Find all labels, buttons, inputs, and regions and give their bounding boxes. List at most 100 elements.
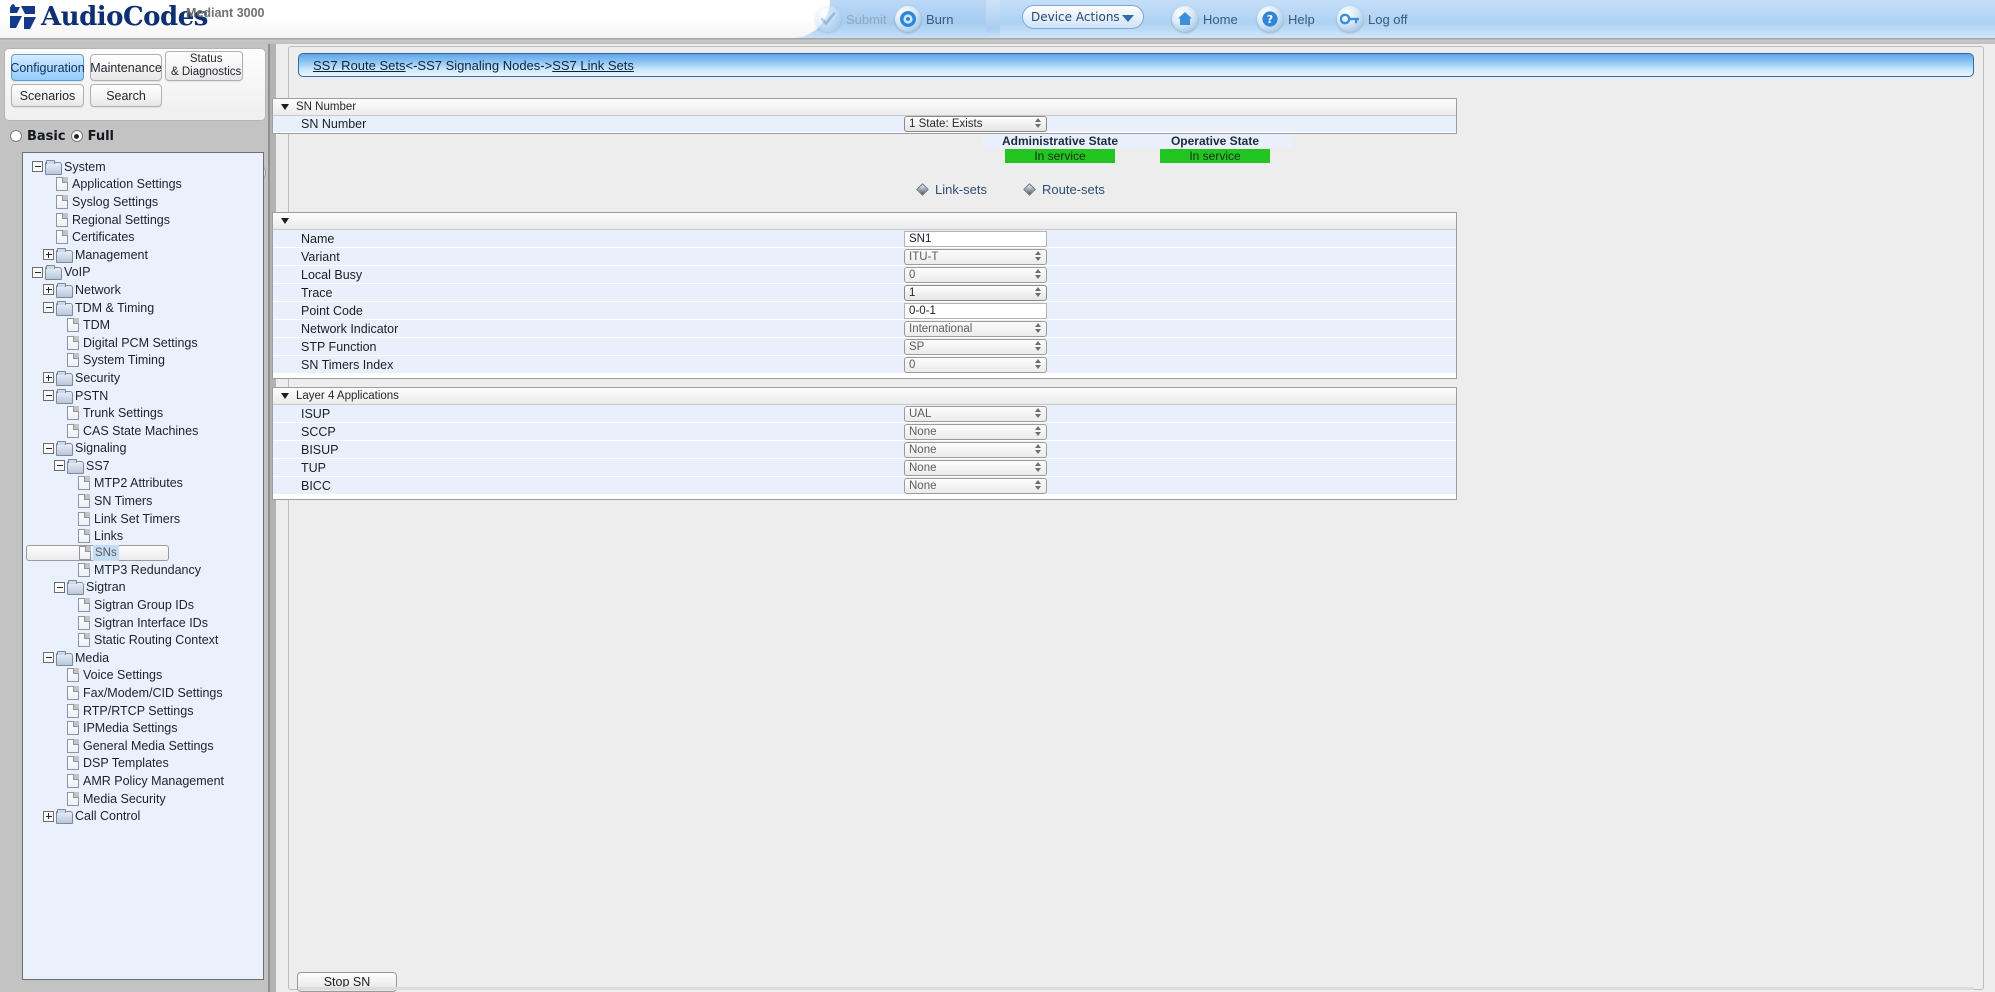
chevron-down-icon bbox=[1122, 15, 1134, 22]
collapse-icon[interactable] bbox=[43, 390, 54, 402]
folder-icon bbox=[56, 247, 73, 263]
triangle-down-icon[interactable] bbox=[281, 393, 289, 399]
layer4-control-tup: None bbox=[904, 459, 1047, 476]
tree-item-voip[interactable]: VoIP bbox=[26, 264, 263, 282]
tree-item-link-set-timers[interactable]: Link Set Timers bbox=[26, 510, 263, 528]
tree-item-label: VoIP bbox=[64, 265, 91, 280]
layer4-label-sccp: SCCP bbox=[301, 424, 336, 439]
tree-item-ipmedia-settings[interactable]: IPMedia Settings bbox=[26, 719, 263, 737]
tree-item-management[interactable]: Management bbox=[26, 246, 263, 264]
tree-item-static-routing-context[interactable]: Static Routing Context bbox=[26, 631, 263, 649]
tab-status-diagnostics[interactable]: Status & Diagnostics bbox=[165, 51, 243, 81]
home-label: Home bbox=[1203, 11, 1238, 27]
breadcrumb-prev-link[interactable]: SS7 Route Sets bbox=[313, 58, 406, 73]
tree-item-mtp3-redundancy[interactable]: MTP3 Redundancy bbox=[26, 561, 263, 579]
radio-basic[interactable] bbox=[10, 130, 22, 142]
collapse-icon[interactable] bbox=[43, 652, 54, 664]
tree-item-syslog-settings[interactable]: Syslog Settings bbox=[26, 193, 263, 211]
tree-item-signaling[interactable]: Signaling bbox=[26, 440, 263, 458]
tab-scenarios[interactable]: Scenarios bbox=[11, 84, 84, 107]
tree-item-call-control[interactable]: Call Control bbox=[26, 807, 263, 825]
submit-button[interactable]: Submit bbox=[815, 0, 886, 38]
triangle-down-icon[interactable] bbox=[281, 104, 289, 110]
tree-item-tdm[interactable]: TDM bbox=[26, 316, 263, 334]
tab-search[interactable]: Search bbox=[90, 84, 162, 107]
burn-button[interactable]: Burn bbox=[895, 0, 953, 38]
device-actions-label: Device Actions bbox=[1031, 10, 1120, 24]
tree-item-certificates[interactable]: Certificates bbox=[26, 228, 263, 246]
tree-item-ss7[interactable]: SS7 bbox=[26, 457, 263, 475]
sn-select-trace[interactable]: 1 bbox=[904, 284, 1047, 301]
document-icon bbox=[67, 686, 79, 701]
expand-icon[interactable] bbox=[43, 284, 54, 296]
document-icon bbox=[67, 756, 79, 771]
triangle-down-icon[interactable] bbox=[281, 218, 289, 224]
tree-item-media[interactable]: Media bbox=[26, 649, 263, 667]
tree-item-system[interactable]: System bbox=[26, 158, 263, 176]
sn-input-point-code[interactable] bbox=[904, 302, 1047, 319]
tree-item-pstn[interactable]: PSTN bbox=[26, 387, 263, 405]
sn-row-variant: Variant ITU-T bbox=[273, 248, 1456, 266]
collapse-icon[interactable] bbox=[54, 581, 65, 593]
expand-icon[interactable] bbox=[43, 810, 54, 822]
sn-settings-rows: Name Variant ITU-T Local Busy 0 Trace 1 Point C… bbox=[273, 230, 1456, 374]
sn-control-variant: ITU-T bbox=[904, 248, 1047, 265]
svg-text:?: ? bbox=[1267, 13, 1273, 26]
document-icon bbox=[78, 562, 90, 577]
layer4-label-isup: ISUP bbox=[301, 406, 331, 421]
sn-input-name[interactable] bbox=[904, 230, 1047, 247]
document-icon bbox=[56, 177, 68, 192]
tree-item-mtp2-attributes[interactable]: MTP2 Attributes bbox=[26, 475, 263, 493]
tab-configuration[interactable]: Configuration bbox=[10, 54, 85, 81]
collapse-icon[interactable] bbox=[54, 460, 65, 472]
tree-item-rtp-rtcp-settings[interactable]: RTP/RTCP Settings bbox=[26, 702, 263, 720]
tree-item-general-media-settings[interactable]: General Media Settings bbox=[26, 737, 263, 755]
tree-item-sigtran-interface-ids[interactable]: Sigtran Interface IDs bbox=[26, 614, 263, 632]
home-icon bbox=[1172, 6, 1198, 32]
tree-item-sns[interactable]: SNs bbox=[26, 545, 169, 562]
tree-item-network[interactable]: Network bbox=[26, 281, 263, 299]
tree-item-amr-policy-management[interactable]: AMR Policy Management bbox=[26, 772, 263, 790]
tree-item-label: DSP Templates bbox=[83, 756, 169, 771]
document-icon bbox=[67, 721, 79, 736]
collapse-icon[interactable] bbox=[43, 442, 54, 454]
navigation-tree-container[interactable]: System Application Settings Syslog Setting… bbox=[22, 152, 264, 980]
tree-item-system-timing[interactable]: System Timing bbox=[26, 352, 263, 370]
tree-item-fax-modem-cid-settings[interactable]: Fax/Modem/CID Settings bbox=[26, 684, 263, 702]
tab-maintenance[interactable]: Maintenance bbox=[90, 54, 162, 81]
collapse-icon[interactable] bbox=[32, 266, 43, 278]
home-button[interactable]: Home bbox=[1172, 0, 1238, 38]
route-sets-link[interactable]: Route-sets bbox=[1023, 182, 1105, 197]
link-sets-link[interactable]: Link-sets bbox=[916, 182, 987, 197]
help-button[interactable]: ? Help bbox=[1257, 0, 1315, 38]
breadcrumb-next-link[interactable]: SS7 Link Sets bbox=[552, 58, 634, 73]
collapse-icon[interactable] bbox=[32, 161, 43, 173]
tree-item-dsp-templates[interactable]: DSP Templates bbox=[26, 755, 263, 773]
device-actions-dropdown[interactable]: Device Actions bbox=[1022, 5, 1144, 29]
collapse-icon[interactable] bbox=[43, 302, 54, 314]
sn-settings-panel: Name Variant ITU-T Local Busy 0 Trace 1 Point C… bbox=[272, 212, 1457, 379]
sn-number-select[interactable]: 1 State: Exists bbox=[904, 116, 1047, 132]
expand-icon[interactable] bbox=[43, 249, 54, 261]
tab-search-label: Search bbox=[106, 88, 146, 103]
tree-item-application-settings[interactable]: Application Settings bbox=[26, 176, 263, 194]
radio-full[interactable] bbox=[70, 130, 83, 142]
tree-item-sn-timers[interactable]: SN Timers bbox=[26, 492, 263, 510]
tree-item-label: Certificates bbox=[72, 230, 135, 245]
breadcrumb-next-arrow: -> bbox=[540, 57, 553, 73]
tree-item-sigtran[interactable]: Sigtran bbox=[26, 579, 263, 597]
tree-item-tdm-timing[interactable]: TDM & Timing bbox=[26, 299, 263, 317]
tree-item-regional-settings[interactable]: Regional Settings bbox=[26, 211, 263, 229]
expand-icon[interactable] bbox=[43, 372, 54, 384]
tree-item-voice-settings[interactable]: Voice Settings bbox=[26, 667, 263, 685]
tree-item-security[interactable]: Security bbox=[26, 369, 263, 387]
logoff-button[interactable]: Log off bbox=[1337, 0, 1408, 38]
tree-item-digital-pcm-settings[interactable]: Digital PCM Settings bbox=[26, 334, 263, 352]
burn-label: Burn bbox=[926, 11, 954, 27]
sn-select-value-variant: ITU-T bbox=[909, 250, 939, 263]
tree-item-sigtran-group-ids[interactable]: Sigtran Group IDs bbox=[26, 596, 263, 614]
tree-item-trunk-settings[interactable]: Trunk Settings bbox=[26, 404, 263, 422]
tree-item-cas-state-machines[interactable]: CAS State Machines bbox=[26, 422, 263, 440]
tree-item-media-security[interactable]: Media Security bbox=[26, 790, 263, 808]
tree-item-links[interactable]: Links bbox=[26, 527, 263, 545]
